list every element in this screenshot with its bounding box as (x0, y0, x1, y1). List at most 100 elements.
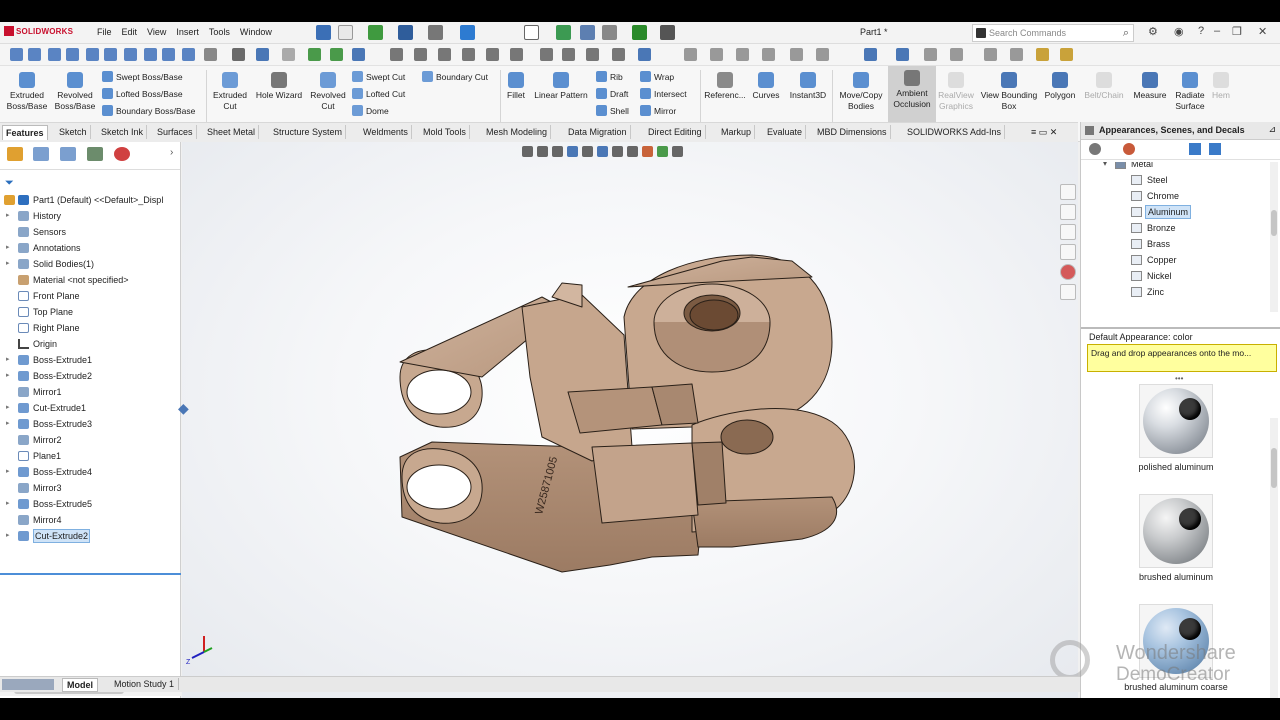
mirror-button[interactable]: Mirror (640, 105, 676, 116)
measure-button[interactable]: Measure (1128, 68, 1172, 101)
help-icon[interactable]: ⚙ (1148, 25, 1158, 38)
search-icon[interactable]: ⌕ (1123, 27, 1129, 40)
zoom-area-icon[interactable] (537, 146, 548, 157)
custom-properties-icon[interactable] (1060, 284, 1076, 300)
fillet-button[interactable]: Fillet (502, 68, 530, 101)
toolbar-icon-20[interactable] (438, 48, 451, 61)
pane-divider[interactable] (1081, 327, 1280, 329)
toolbar-icon-21[interactable] (462, 48, 475, 61)
back-icon[interactable] (1089, 143, 1101, 155)
search-commands-input[interactable]: Search Commands ⌕ (972, 24, 1134, 42)
toolbar-icon-39[interactable] (984, 48, 997, 61)
tree-item[interactable]: Mirror3 (0, 480, 181, 496)
toolbar-icon-16[interactable] (330, 48, 343, 61)
home-icon[interactable] (316, 25, 331, 40)
tab-sketch[interactable]: Sketch (56, 125, 91, 139)
tab-solidworks-addins[interactable]: SOLIDWORKS Add-Ins (904, 125, 1006, 139)
property-manager-icon[interactable] (33, 147, 49, 161)
lofted-boss-button[interactable]: Lofted Boss/Base (102, 88, 183, 99)
tree-item[interactable]: ▸ Boss-Extrude4 (0, 464, 181, 480)
panel-splitter-icon[interactable]: ◆ (178, 400, 189, 417)
move-icon[interactable] (632, 25, 647, 40)
tree-item[interactable]: ▸ Cut-Extrude1 (0, 400, 181, 416)
tab-markup[interactable]: Markup (718, 125, 756, 139)
toolbar-icon-11[interactable] (204, 48, 217, 61)
undo-icon[interactable] (460, 25, 475, 40)
toolbar-icon-2[interactable] (28, 48, 41, 61)
tab-weldments[interactable]: Weldments (360, 125, 412, 139)
zoom-icon[interactable] (390, 48, 403, 61)
toolbar-icon-23[interactable] (510, 48, 523, 61)
tab-structure-system[interactable]: Structure System (270, 125, 347, 139)
toolbar-icon-9[interactable] (162, 48, 175, 61)
filter-icon[interactable]: ⏷ (5, 177, 14, 190)
toolbar-icon-37[interactable] (924, 48, 937, 61)
toolbar-icon-8[interactable] (144, 48, 157, 61)
dome-button[interactable]: Dome (352, 105, 389, 116)
section-view-icon[interactable] (567, 146, 578, 157)
swatch-brushed-aluminum[interactable]: brushed aluminum (1081, 494, 1271, 582)
swatch-polished-aluminum[interactable]: polished aluminum (1081, 384, 1271, 472)
revolved-cut-button[interactable]: Revolved Cut (306, 68, 350, 112)
tab-mold-tools[interactable]: Mold Tools (420, 125, 470, 139)
tree-item[interactable]: ▸ Boss-Extrude5 (0, 496, 181, 512)
tab-options-icon[interactable]: ≡ ▭ ✕ (1028, 125, 1060, 140)
print-icon[interactable] (428, 25, 443, 40)
material-item[interactable]: Zinc (1081, 284, 1280, 300)
restore-button[interactable]: ❐ (1232, 25, 1242, 38)
material-item[interactable]: Steel (1081, 172, 1280, 188)
tree-item[interactable]: ▸ History (0, 208, 181, 224)
menu-edit[interactable]: Edit (122, 27, 138, 37)
view-palette-icon[interactable] (1060, 244, 1076, 260)
resources-icon[interactable] (1060, 184, 1076, 200)
options-icon[interactable] (602, 25, 617, 40)
tree-item[interactable]: Mirror4 (0, 512, 181, 528)
toolbar-icon-28[interactable] (638, 48, 651, 61)
tab-surfaces[interactable]: Surfaces (154, 125, 197, 139)
draft-button[interactable]: Draft (596, 88, 628, 99)
toolbar-icon-17[interactable] (352, 48, 365, 61)
boundary-cut-button[interactable]: Boundary Cut (422, 71, 488, 82)
tab-mbd-dimensions[interactable]: MBD Dimensions (814, 125, 891, 139)
configuration-icon[interactable] (60, 147, 76, 161)
view-settings-icon[interactable] (672, 146, 683, 157)
refresh-icon[interactable] (1189, 143, 1201, 155)
tab-sheet-metal[interactable]: Sheet Metal (204, 125, 260, 139)
toolbar-icon-27[interactable] (612, 48, 625, 61)
menu-window[interactable]: Window (240, 27, 272, 37)
tab-direct-editing[interactable]: Direct Editing (645, 125, 706, 139)
shell-button[interactable]: Shell (596, 105, 629, 116)
previous-view-icon[interactable] (552, 146, 563, 157)
material-item[interactable]: Chrome (1081, 188, 1280, 204)
tab-navigation-arrows[interactable] (2, 679, 54, 690)
toolbar-icon-6[interactable] (104, 48, 117, 61)
toolbar-icon-10[interactable] (182, 48, 195, 61)
save-icon[interactable] (398, 25, 413, 40)
view-settings-icon[interactable] (660, 25, 675, 40)
toolbar-icon-19[interactable] (414, 48, 427, 61)
material-item[interactable]: Brass (1081, 236, 1280, 252)
lofted-cut-button[interactable]: Lofted Cut (352, 88, 405, 99)
zoom-to-fit-icon[interactable] (522, 146, 533, 157)
hem-button[interactable]: Hem (1208, 68, 1234, 101)
tree-item[interactable]: Origin (0, 336, 181, 352)
move-copy-bodies-button[interactable]: Move/Copy Bodies (834, 68, 888, 112)
edit-appearance-icon[interactable] (642, 146, 653, 157)
menu-view[interactable]: View (147, 27, 166, 37)
toolbar-icon-31[interactable] (736, 48, 749, 61)
toolbar-icon-32[interactable] (762, 48, 775, 61)
redo-small-icon[interactable] (282, 48, 295, 61)
tab-sketch-ink[interactable]: Sketch Ink (98, 125, 148, 139)
swatch-scrollbar[interactable] (1270, 418, 1278, 698)
open-icon[interactable] (368, 25, 383, 40)
toolbar-icon-22[interactable] (486, 48, 499, 61)
view-bounding-box-button[interactable]: View Bounding Box (978, 68, 1040, 112)
toolbar-icon-30[interactable] (710, 48, 723, 61)
hide-show-icon[interactable] (627, 146, 638, 157)
toolbar-icon-4[interactable] (66, 48, 79, 61)
rebuild-icon[interactable] (556, 25, 571, 40)
undo-small-icon[interactable] (256, 48, 269, 61)
tab-evaluate[interactable]: Evaluate (764, 125, 807, 139)
menu-insert[interactable]: Insert (176, 27, 199, 37)
tree-item[interactable]: Front Plane (0, 288, 181, 304)
